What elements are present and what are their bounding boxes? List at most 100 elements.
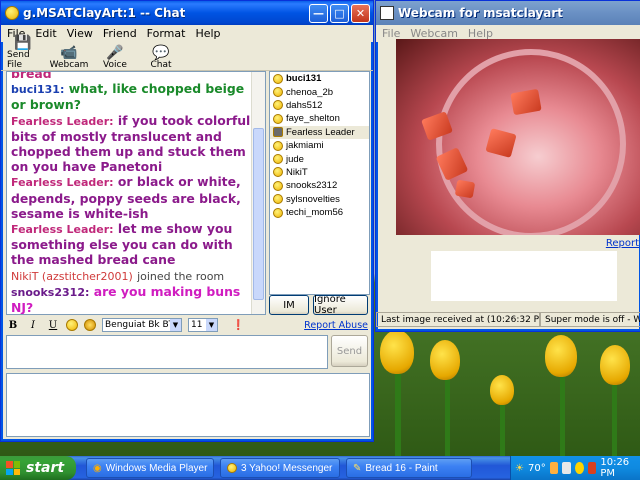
voice-label: Voice [103, 60, 127, 70]
menu-friend[interactable]: Friend [103, 27, 137, 40]
user-list-item[interactable]: jude [270, 152, 369, 165]
send-file-icon: 💾 [14, 35, 32, 51]
maximize-button[interactable]: □ [330, 3, 349, 23]
start-button[interactable]: start [0, 456, 76, 480]
tray-icon-1[interactable] [549, 462, 559, 474]
message-sender[interactable]: Fearless Leader: [11, 115, 114, 128]
chat-message: bread [11, 71, 251, 81]
menu-format[interactable]: Format [147, 27, 186, 40]
underline-button[interactable]: U [46, 320, 60, 331]
chat-icon: 💬 [152, 45, 170, 61]
user-list-item[interactable]: buci131 [270, 72, 369, 85]
message-sender[interactable]: buci131: [11, 83, 64, 96]
font-size-value: 11 [191, 320, 203, 330]
close-button[interactable]: ✕ [351, 3, 370, 23]
send-file-label: Send File [7, 50, 30, 70]
user-list-item[interactable]: chenoa_2b [270, 85, 369, 98]
user-name: dahs512 [286, 99, 323, 111]
chat-titlebar[interactable]: g.MSATClayArt:1 -- Chat — □ ✕ [1, 1, 373, 25]
chat-message: Fearless Leader: if you took colorful bi… [11, 113, 251, 175]
emoticon-icon[interactable] [66, 319, 78, 331]
chat-window-title: g.MSATClayArt:1 -- Chat [23, 6, 186, 20]
system-tray: ☀ 70° 10:26 PM [510, 456, 640, 480]
user-list-item[interactable]: Fearless Leader [270, 125, 369, 139]
last-image-status: Last image received at (10:26:32 PM) [376, 312, 540, 327]
media-player-icon: ◉ [93, 462, 102, 474]
webcam-titlebar[interactable]: Webcam for msatclayart [376, 1, 640, 25]
taskbar-yahoo-messenger[interactable]: 3 Yahoo! Messenger [220, 458, 340, 478]
secondary-input-area[interactable] [6, 373, 370, 437]
user-list-item[interactable]: jakmiami [270, 139, 369, 152]
minimize-button[interactable]: — [309, 3, 328, 23]
user-list-item[interactable]: NikiT [270, 166, 369, 179]
send-file-button[interactable]: 💾 Send File [7, 36, 39, 70]
user-list-item[interactable]: sylsnovelties [270, 193, 369, 206]
webcam-image [396, 39, 640, 235]
task-label: 3 Yahoo! Messenger [241, 462, 333, 474]
message-input[interactable] [6, 335, 328, 369]
ignore-user-button[interactable]: Ignore User [313, 294, 368, 316]
message-sender[interactable]: NikiT (azstitcher2001) [11, 270, 133, 283]
webcam-button[interactable]: 📹 Webcam [50, 45, 89, 70]
start-label: start [26, 460, 65, 476]
message-sender[interactable]: Fearless Leader: [11, 176, 114, 189]
user-name: faye_shelton [286, 113, 340, 125]
user-name: NikiT [286, 166, 308, 178]
user-smiley-icon [273, 87, 283, 98]
task-label: Windows Media Player [105, 462, 208, 474]
bold-button[interactable]: B [6, 320, 20, 331]
tray-yahoo-icon[interactable] [575, 462, 584, 474]
message-history[interactable]: bread buci131: what, like chopped beige o… [6, 71, 266, 315]
user-list-item[interactable]: faye_shelton [270, 112, 369, 125]
user-smiley-icon [273, 180, 283, 191]
font-size-select[interactable]: 11 ▼ [188, 318, 218, 332]
user-list-item[interactable]: snooks2312 [270, 179, 369, 192]
taskbar-windows-media-player[interactable]: ◉ Windows Media Player [86, 458, 214, 478]
menu-help[interactable]: Help [195, 27, 220, 40]
super-mode-text: Super mode is off - What [545, 314, 640, 325]
webcam-label: Webcam [49, 60, 89, 70]
font-select[interactable]: Benguiat Bk BT ▼ [102, 318, 182, 332]
message-scrollbar[interactable] [251, 72, 265, 314]
taskbar-paint[interactable]: ✎ Bread 16 - Paint [346, 458, 472, 478]
user-smiley-icon [273, 140, 283, 151]
webcam-icon: 📹 [60, 45, 78, 61]
user-name: buci131 [286, 73, 322, 85]
chat-toolbar: 💾 Send File 📹 Webcam 🎤 Voice 💬 Chat [1, 36, 373, 71]
im-button[interactable]: IM [269, 295, 309, 315]
tray-icon-2[interactable] [562, 462, 572, 474]
chat-window: g.MSATClayArt:1 -- Chat — □ ✕ File Edit … [0, 0, 374, 442]
voice-icon: 🎤 [106, 45, 124, 61]
user-name: jakmiami [286, 140, 324, 152]
webcam-statusbar: Last image received at (10:26:32 PM) Sup… [376, 311, 640, 328]
message-sender[interactable]: Fearless Leader: [11, 223, 114, 236]
chat-message: NikiT (azstitcher2001) joined the room [11, 268, 251, 284]
message-text: bread [11, 71, 52, 81]
voice-button[interactable]: 🎤 Voice [99, 46, 131, 70]
chat-message: snooks2312: are you making buns NJ? [11, 284, 251, 314]
chat-menubar: File Edit View Friend Format Help [1, 25, 373, 42]
report-link[interactable]: Report [606, 238, 639, 249]
yahoo-smiley-icon [5, 6, 19, 20]
user-name: snooks2312 [286, 180, 338, 192]
windows-logo-icon [6, 461, 20, 475]
chat-button[interactable]: 💬 Chat [145, 46, 177, 70]
message-sender[interactable]: snooks2312: [11, 286, 89, 299]
weather-icon[interactable]: ☀ [515, 463, 524, 474]
menu-view[interactable]: View [67, 27, 93, 40]
tray-icon-4[interactable] [587, 462, 597, 474]
user-smiley-icon [273, 127, 283, 138]
font-value: Benguiat Bk BT [105, 320, 175, 330]
room-user-list[interactable]: buci131 chenoa_2b dahs512 faye_shelton Fearl… [269, 71, 370, 295]
audible-icon[interactable] [84, 319, 96, 331]
chat-label: Chat [150, 60, 172, 70]
report-abuse-link[interactable]: Report Abuse [304, 320, 368, 331]
chat-message: Fearless Leader: let me show you somethi… [11, 221, 251, 268]
scroll-thumb[interactable] [253, 128, 264, 300]
italic-button[interactable]: I [26, 320, 40, 331]
user-list-item[interactable]: techi_mom56 [270, 206, 369, 219]
send-button[interactable]: Send [331, 335, 368, 367]
alert-icon[interactable]: ❗ [232, 320, 244, 331]
super-mode-status: Super mode is off - What [540, 312, 640, 327]
user-list-item[interactable]: dahs512 [270, 99, 369, 112]
